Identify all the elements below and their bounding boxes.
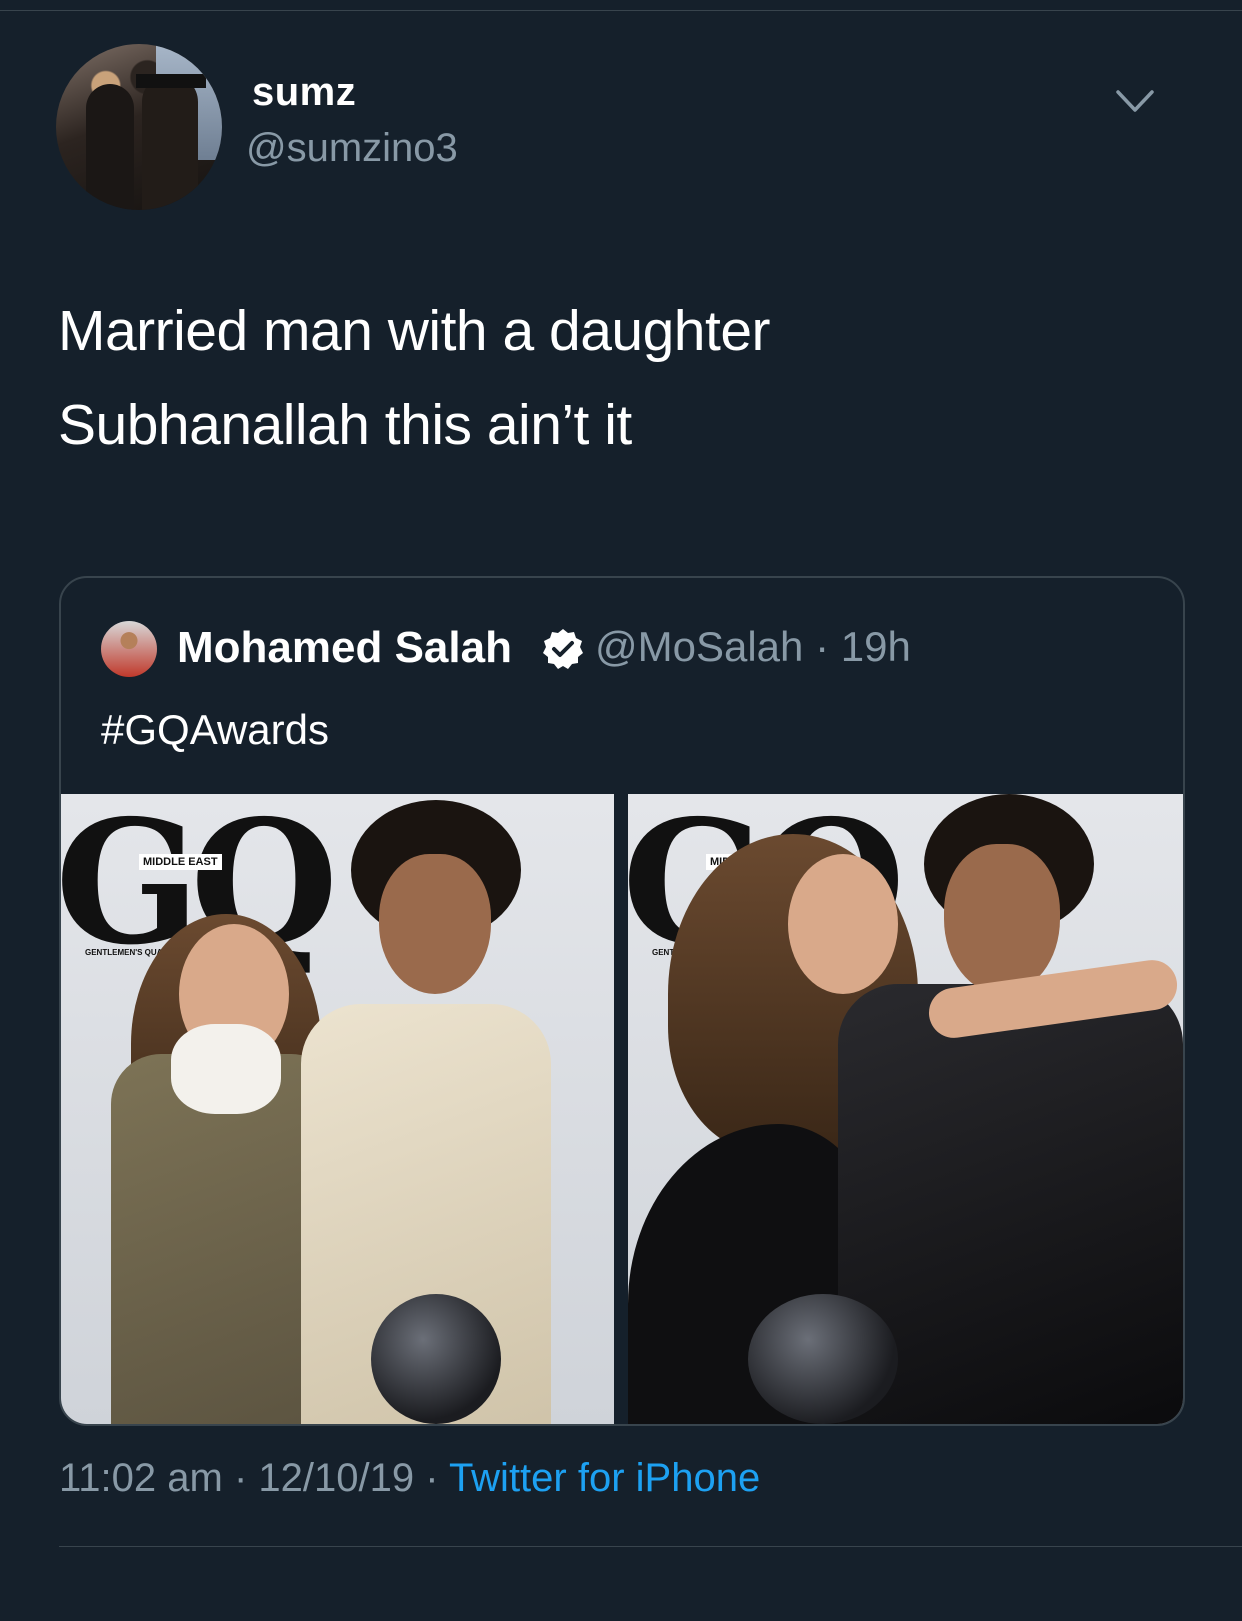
top-divider bbox=[0, 10, 1242, 11]
meta-separator: · bbox=[425, 1456, 439, 1500]
quoted-tweet-card[interactable]: Mohamed Salah @MoSalah · 19h #GQAwards G… bbox=[59, 576, 1185, 1426]
cover-tagline: GENTLEMEN'S QUA bbox=[85, 948, 163, 957]
cover-edition: MIDDLE EAST bbox=[139, 854, 222, 870]
photo-2[interactable]: GQ MIDDLE EAST GENTLEMEN'S QUARTE bbox=[628, 794, 1183, 1424]
tweet-footer: 11:02 am · 12/10/19 · Twitter for iPhone bbox=[59, 1456, 760, 1501]
quoted-age: 19h bbox=[840, 623, 911, 670]
tweet-text-line: Married man with a daughter bbox=[58, 299, 771, 363]
quoted-handle: @MoSalah bbox=[595, 623, 804, 670]
tweet-time[interactable]: 11:02 am bbox=[59, 1456, 223, 1500]
bottom-divider bbox=[59, 1546, 1242, 1547]
quoted-author-name: Mohamed Salah bbox=[177, 623, 512, 672]
tweet-date[interactable]: 12/10/19 bbox=[258, 1456, 414, 1500]
quoted-author-avatar bbox=[101, 621, 157, 677]
photo-1[interactable]: GQ MIDDLE EAST GENTLEMEN'S QUA bbox=[61, 794, 614, 1424]
tweet-text: Married man with a daughter Subhanallah … bbox=[58, 284, 1178, 472]
quoted-hashtag[interactable]: #GQAwards bbox=[101, 706, 329, 754]
quoted-meta: @MoSalah · 19h bbox=[595, 623, 911, 671]
chevron-down-icon[interactable] bbox=[1114, 80, 1156, 122]
author-handle[interactable]: @sumzino3 bbox=[246, 126, 458, 171]
author-avatar[interactable] bbox=[56, 44, 222, 210]
tweet-source-link[interactable]: Twitter for iPhone bbox=[449, 1456, 760, 1500]
verified-badge-icon bbox=[543, 629, 583, 669]
tweet-text-line: Subhanallah this ain’t it bbox=[58, 393, 632, 457]
meta-separator: · bbox=[233, 1456, 248, 1500]
author-display-name[interactable]: sumz bbox=[252, 70, 356, 115]
meta-separator: · bbox=[815, 623, 830, 670]
